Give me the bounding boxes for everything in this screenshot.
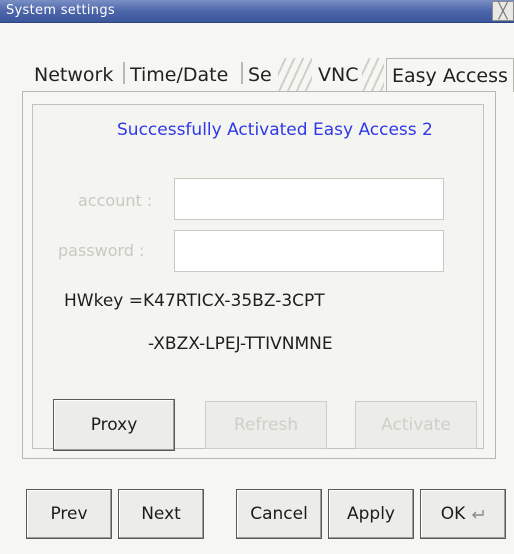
tab-bar: Network Time/Date Se VNC Easy Access 2 (28, 58, 514, 92)
activation-group (32, 104, 484, 449)
tab-label: Time/Date (130, 64, 229, 86)
account-input[interactable] (174, 178, 444, 220)
tab-overflow-hatch (278, 58, 312, 92)
next-button[interactable]: Next (118, 489, 204, 539)
hwkey-line-1: HWkey =K47RTICX-35BZ-3CPT (64, 291, 325, 311)
tab-network[interactable]: Network (34, 58, 122, 92)
tab-label: VNC (318, 64, 359, 86)
cancel-button[interactable]: Cancel (236, 489, 322, 539)
tab-label: Easy Access 2 (392, 65, 514, 87)
tab-easy-access-2[interactable]: Easy Access 2 (386, 58, 514, 92)
window-title: System settings (6, 3, 115, 18)
close-button[interactable]: ╳ (492, 1, 514, 21)
hwkey-line-2: -XBZX-LPEJ-TTIVNMNE (148, 334, 333, 354)
tab-divider (123, 62, 125, 84)
tab-vnc[interactable]: VNC (318, 58, 364, 92)
enter-key-icon (472, 510, 484, 519)
refresh-button[interactable]: Refresh (205, 401, 327, 449)
activation-status: Successfully Activated Easy Access 2 (117, 120, 433, 140)
password-input[interactable] (174, 230, 444, 272)
apply-button[interactable]: Apply (328, 489, 414, 539)
tab-security[interactable]: Se (248, 58, 278, 92)
close-icon: ╳ (498, 2, 508, 20)
tab-time-date[interactable]: Time/Date (130, 58, 240, 92)
ok-button[interactable]: OK (420, 489, 506, 539)
tab-label: Network (34, 64, 114, 86)
title-bar: System settings ╳ (0, 0, 514, 23)
proxy-button[interactable]: Proxy (53, 399, 175, 451)
ok-label: OK (440, 504, 466, 524)
prev-button[interactable]: Prev (26, 489, 112, 539)
tab-divider (241, 62, 243, 84)
tab-label: Se (248, 64, 272, 86)
password-label: password : (58, 241, 145, 260)
activate-button[interactable]: Activate (355, 401, 477, 449)
account-label: account : (78, 191, 153, 210)
tab-overflow-hatch (362, 58, 384, 92)
